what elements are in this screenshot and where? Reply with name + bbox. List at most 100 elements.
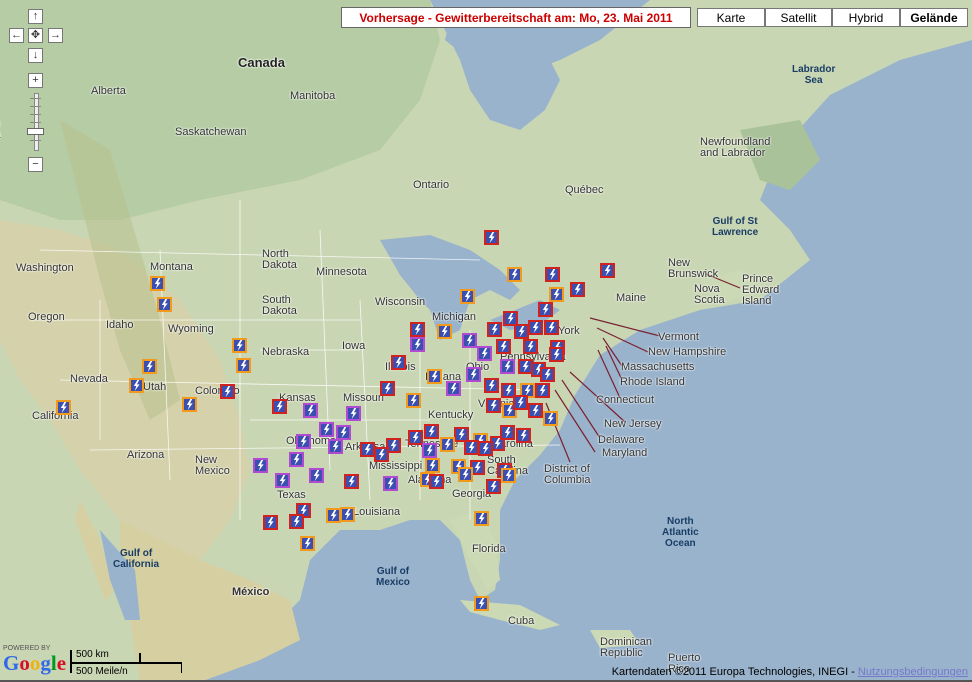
storm-marker-icon[interactable] <box>474 596 489 611</box>
storm-marker-icon[interactable] <box>346 406 361 421</box>
storm-marker-icon[interactable] <box>383 476 398 491</box>
storm-marker-icon[interactable] <box>528 403 543 418</box>
lightning-icon <box>539 385 546 396</box>
storm-marker-icon[interactable] <box>535 383 550 398</box>
storm-marker-icon[interactable] <box>374 447 389 462</box>
storm-marker-icon[interactable] <box>391 355 406 370</box>
storm-marker-icon[interactable] <box>360 442 375 457</box>
storm-marker-icon[interactable] <box>501 468 516 483</box>
storm-marker-icon[interactable] <box>500 359 515 374</box>
storm-marker-icon[interactable] <box>328 439 343 454</box>
storm-marker-icon[interactable] <box>300 536 315 551</box>
maptype-satellit-button[interactable]: Satellit <box>765 8 832 27</box>
lightning-icon <box>481 348 488 359</box>
storm-marker-icon[interactable] <box>406 393 421 408</box>
storm-marker-icon[interactable] <box>487 322 502 337</box>
storm-marker-icon[interactable] <box>544 320 559 335</box>
storm-marker-icon[interactable] <box>549 347 564 362</box>
storm-marker-icon[interactable] <box>464 440 479 455</box>
storm-marker-icon[interactable] <box>157 297 172 312</box>
storm-marker-icon[interactable] <box>253 458 268 473</box>
storm-marker-icon[interactable] <box>600 263 615 278</box>
map-canvas[interactable]: Canada Alberta Manitoba Saskatchewan Ontario… <box>0 0 972 682</box>
storm-marker-icon[interactable] <box>486 479 501 494</box>
pan-center-button[interactable]: ✥ <box>28 28 43 43</box>
storm-marker-icon[interactable] <box>549 287 564 302</box>
storm-marker-icon[interactable] <box>538 302 553 317</box>
maptype-gelaende-button[interactable]: Gelände <box>900 8 968 27</box>
storm-marker-icon[interactable] <box>425 458 440 473</box>
storm-marker-icon[interactable] <box>429 474 444 489</box>
storm-marker-icon[interactable] <box>540 367 555 382</box>
storm-marker-icon[interactable] <box>474 511 489 526</box>
zoom-in-button[interactable]: + <box>28 73 43 88</box>
pan-down-button[interactable]: ↓ <box>28 48 43 63</box>
storm-marker-icon[interactable] <box>340 507 355 522</box>
storm-marker-icon[interactable] <box>182 397 197 412</box>
pan-right-button[interactable]: → <box>48 28 63 43</box>
storm-marker-icon[interactable] <box>523 339 538 354</box>
storm-marker-icon[interactable] <box>477 346 492 361</box>
storm-marker-icon[interactable] <box>458 467 473 482</box>
storm-marker-icon[interactable] <box>319 422 334 437</box>
storm-marker-icon[interactable] <box>496 339 511 354</box>
storm-marker-icon[interactable] <box>460 289 475 304</box>
storm-marker-icon[interactable] <box>484 378 499 393</box>
zoom-slider-thumb[interactable] <box>27 128 44 135</box>
storm-marker-icon[interactable] <box>236 358 251 373</box>
storm-marker-icon[interactable] <box>263 515 278 530</box>
storm-marker-icon[interactable] <box>296 434 311 449</box>
maptype-hybrid-button[interactable]: Hybrid <box>832 8 900 27</box>
storm-marker-icon[interactable] <box>289 514 304 529</box>
storm-marker-icon[interactable] <box>289 452 304 467</box>
storm-marker-icon[interactable] <box>462 333 477 348</box>
storm-marker-icon[interactable] <box>478 441 493 456</box>
storm-marker-icon[interactable] <box>528 320 543 335</box>
storm-marker-icon[interactable] <box>272 399 287 414</box>
storm-marker-icon[interactable] <box>424 424 439 439</box>
storm-marker-icon[interactable] <box>543 411 558 426</box>
storm-marker-icon[interactable] <box>446 381 461 396</box>
lightning-icon <box>384 383 391 394</box>
storm-marker-icon[interactable] <box>408 430 423 445</box>
storm-marker-icon[interactable] <box>220 384 235 399</box>
storm-marker-icon[interactable] <box>484 230 499 245</box>
storm-marker-icon[interactable] <box>232 338 247 353</box>
storm-marker-icon[interactable] <box>129 378 144 393</box>
pan-up-button[interactable]: ↑ <box>28 9 43 24</box>
storm-marker-icon[interactable] <box>275 473 290 488</box>
terms-link[interactable]: Nutzungsbedingungen <box>858 666 968 678</box>
storm-marker-icon[interactable] <box>422 443 437 458</box>
storm-marker-icon[interactable] <box>486 398 501 413</box>
storm-marker-icon[interactable] <box>516 428 531 443</box>
storm-marker-icon[interactable] <box>142 359 157 374</box>
maptype-karte-button[interactable]: Karte <box>697 8 765 27</box>
storm-marker-icon[interactable] <box>466 367 481 382</box>
storm-marker-icon[interactable] <box>303 403 318 418</box>
storm-marker-icon[interactable] <box>326 508 341 523</box>
storm-marker-icon[interactable] <box>309 468 324 483</box>
storm-marker-icon[interactable] <box>514 324 529 339</box>
lightning-icon <box>542 304 549 315</box>
lightning-icon <box>468 442 475 453</box>
storm-marker-icon[interactable] <box>150 276 165 291</box>
storm-marker-icon[interactable] <box>410 322 425 337</box>
storm-marker-icon[interactable] <box>570 282 585 297</box>
storm-marker-icon[interactable] <box>344 474 359 489</box>
storm-marker-icon[interactable] <box>513 395 528 410</box>
pan-left-button[interactable]: ← <box>9 28 24 43</box>
storm-marker-icon[interactable] <box>410 337 425 352</box>
google-logo[interactable]: POWERED BY Google <box>3 645 66 674</box>
zoom-out-button[interactable]: − <box>28 157 43 172</box>
storm-marker-icon[interactable] <box>56 400 71 415</box>
lightning-icon <box>387 478 394 489</box>
storm-marker-icon[interactable] <box>427 369 442 384</box>
storm-marker-icon[interactable] <box>380 381 395 396</box>
storm-marker-icon[interactable] <box>500 425 515 440</box>
storm-marker-icon[interactable] <box>545 267 560 282</box>
storm-marker-icon[interactable] <box>507 267 522 282</box>
label-washington: Washington <box>16 262 74 274</box>
storm-marker-icon[interactable] <box>437 324 452 339</box>
storm-marker-icon[interactable] <box>440 437 455 452</box>
storm-marker-icon[interactable] <box>336 425 351 440</box>
